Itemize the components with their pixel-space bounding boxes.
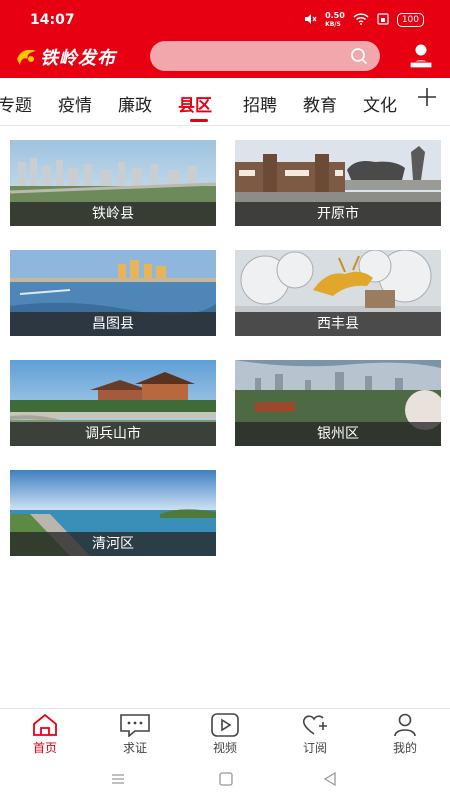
tab-education[interactable]: 教育 — [303, 91, 337, 116]
app-header: 铁岭发布 — [0, 36, 450, 78]
logo-mark-icon — [17, 49, 36, 65]
status-time: 14:07 — [30, 12, 75, 28]
nav-profile-label: 我的 — [392, 741, 417, 755]
network-speed: 0.50 KB/S — [325, 11, 345, 28]
bottom-navigation: 首页 求证 视频 订阅 我的 — [0, 708, 450, 764]
tab-culture[interactable]: 文化 — [363, 91, 397, 116]
mute-icon — [303, 13, 317, 28]
battery-indicator: 100 — [396, 13, 424, 27]
back-icon[interactable] — [322, 771, 338, 787]
county-name: 开原市 — [235, 202, 441, 226]
county-card-qinghe[interactable]: 清河区 — [10, 470, 216, 556]
plus-icon[interactable] — [416, 86, 438, 114]
tab-topics[interactable]: 专题 — [0, 91, 32, 116]
tab-integrity[interactable]: 廉政 — [118, 91, 152, 116]
nav-subscribe[interactable]: 订阅 — [285, 713, 345, 756]
active-tab-indicator — [190, 119, 208, 122]
nav-verify[interactable]: 求证 — [105, 713, 165, 756]
message-icon — [120, 714, 150, 737]
county-card-tieling[interactable]: 铁岭县 — [10, 140, 216, 226]
nav-verify-label: 求证 — [122, 741, 147, 755]
county-name: 铁岭县 — [10, 202, 216, 226]
home-icon — [33, 713, 57, 736]
county-name: 清河区 — [10, 532, 216, 556]
nav-profile[interactable]: 我的 — [375, 713, 435, 756]
user-icon — [394, 713, 416, 737]
nav-subscribe-label: 订阅 — [302, 741, 327, 755]
status-bar: 14:07 0.50 KB/S 100 — [0, 0, 450, 36]
status-icons: 0.50 KB/S 100 — [303, 11, 424, 29]
county-card-kaiyuan[interactable]: 开原市 — [235, 140, 441, 226]
county-card-yinzhou[interactable]: 银州区 — [235, 360, 441, 446]
tab-recruitment[interactable]: 招聘 — [243, 91, 277, 116]
search-bar[interactable] — [150, 41, 380, 71]
county-name: 银州区 — [235, 422, 441, 446]
county-card-diaobingshan[interactable]: 调兵山市 — [10, 360, 216, 446]
channel-tabs: 专题 疫情 廉政 县区 招聘 教育 文化 — [0, 78, 450, 126]
county-card-changtu[interactable]: 昌图县 — [10, 250, 216, 336]
profile-icon[interactable] — [408, 42, 434, 70]
nav-home[interactable]: 首页 — [15, 713, 75, 756]
system-navigation-bar — [0, 764, 450, 800]
menu-icon[interactable] — [110, 772, 126, 786]
app-logo: 铁岭发布 — [16, 44, 116, 70]
nav-video[interactable]: 视频 — [195, 713, 255, 756]
county-name: 西丰县 — [235, 312, 441, 336]
tab-counties[interactable]: 县区 — [178, 91, 212, 116]
home-square-icon[interactable] — [218, 771, 234, 787]
tab-epidemic[interactable]: 疫情 — [58, 91, 92, 116]
sim-icon — [377, 12, 389, 28]
county-name: 调兵山市 — [10, 422, 216, 446]
play-icon — [211, 713, 239, 737]
search-icon[interactable] — [350, 47, 368, 65]
county-name: 昌图县 — [10, 312, 216, 336]
wifi-icon — [353, 12, 369, 28]
nav-home-label: 首页 — [32, 741, 57, 755]
app-title: 铁岭发布 — [40, 48, 116, 69]
heart-plus-icon — [302, 715, 327, 735]
county-card-xifeng[interactable]: 西丰县 — [235, 250, 441, 336]
nav-video-label: 视频 — [212, 741, 237, 755]
